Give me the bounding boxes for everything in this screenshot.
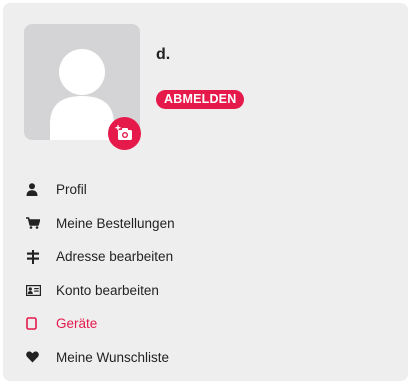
cart-icon: [26, 215, 44, 231]
menu-item-profil[interactable]: Profil: [26, 173, 175, 207]
logout-button[interactable]: ABMELDEN: [156, 90, 245, 109]
menu-item-wunschliste[interactable]: Meine Wunschliste: [26, 341, 175, 375]
id-card-icon: [26, 282, 44, 298]
user-icon: [26, 182, 44, 198]
menu-item-label: Meine Bestellungen: [56, 215, 175, 231]
menu-item-label: Meine Wunschliste: [56, 349, 170, 365]
heart-icon: [26, 349, 44, 365]
menu-item-konto[interactable]: Konto bearbeiten: [26, 274, 175, 308]
username: d.: [156, 46, 171, 63]
menu-item-label: Konto bearbeiten: [56, 282, 159, 298]
account-menu: Profil Meine Bestellungen Adresse bearbe…: [26, 173, 175, 374]
add-photo-icon: [115, 125, 132, 140]
change-photo-button[interactable]: [108, 117, 141, 150]
signpost-icon: [26, 249, 44, 265]
menu-item-adresse[interactable]: Adresse bearbeiten: [26, 240, 175, 274]
menu-item-bestellungen[interactable]: Meine Bestellungen: [26, 207, 175, 241]
menu-item-label: Profil: [56, 182, 87, 198]
device-icon: [26, 316, 44, 332]
account-panel: d. ABMELDEN Profil Meine Bestellungen Ad…: [3, 3, 408, 381]
menu-item-label: Geräte: [56, 316, 98, 332]
menu-item-geraete[interactable]: Geräte: [26, 307, 175, 341]
menu-item-label: Adresse bearbeiten: [56, 249, 174, 265]
